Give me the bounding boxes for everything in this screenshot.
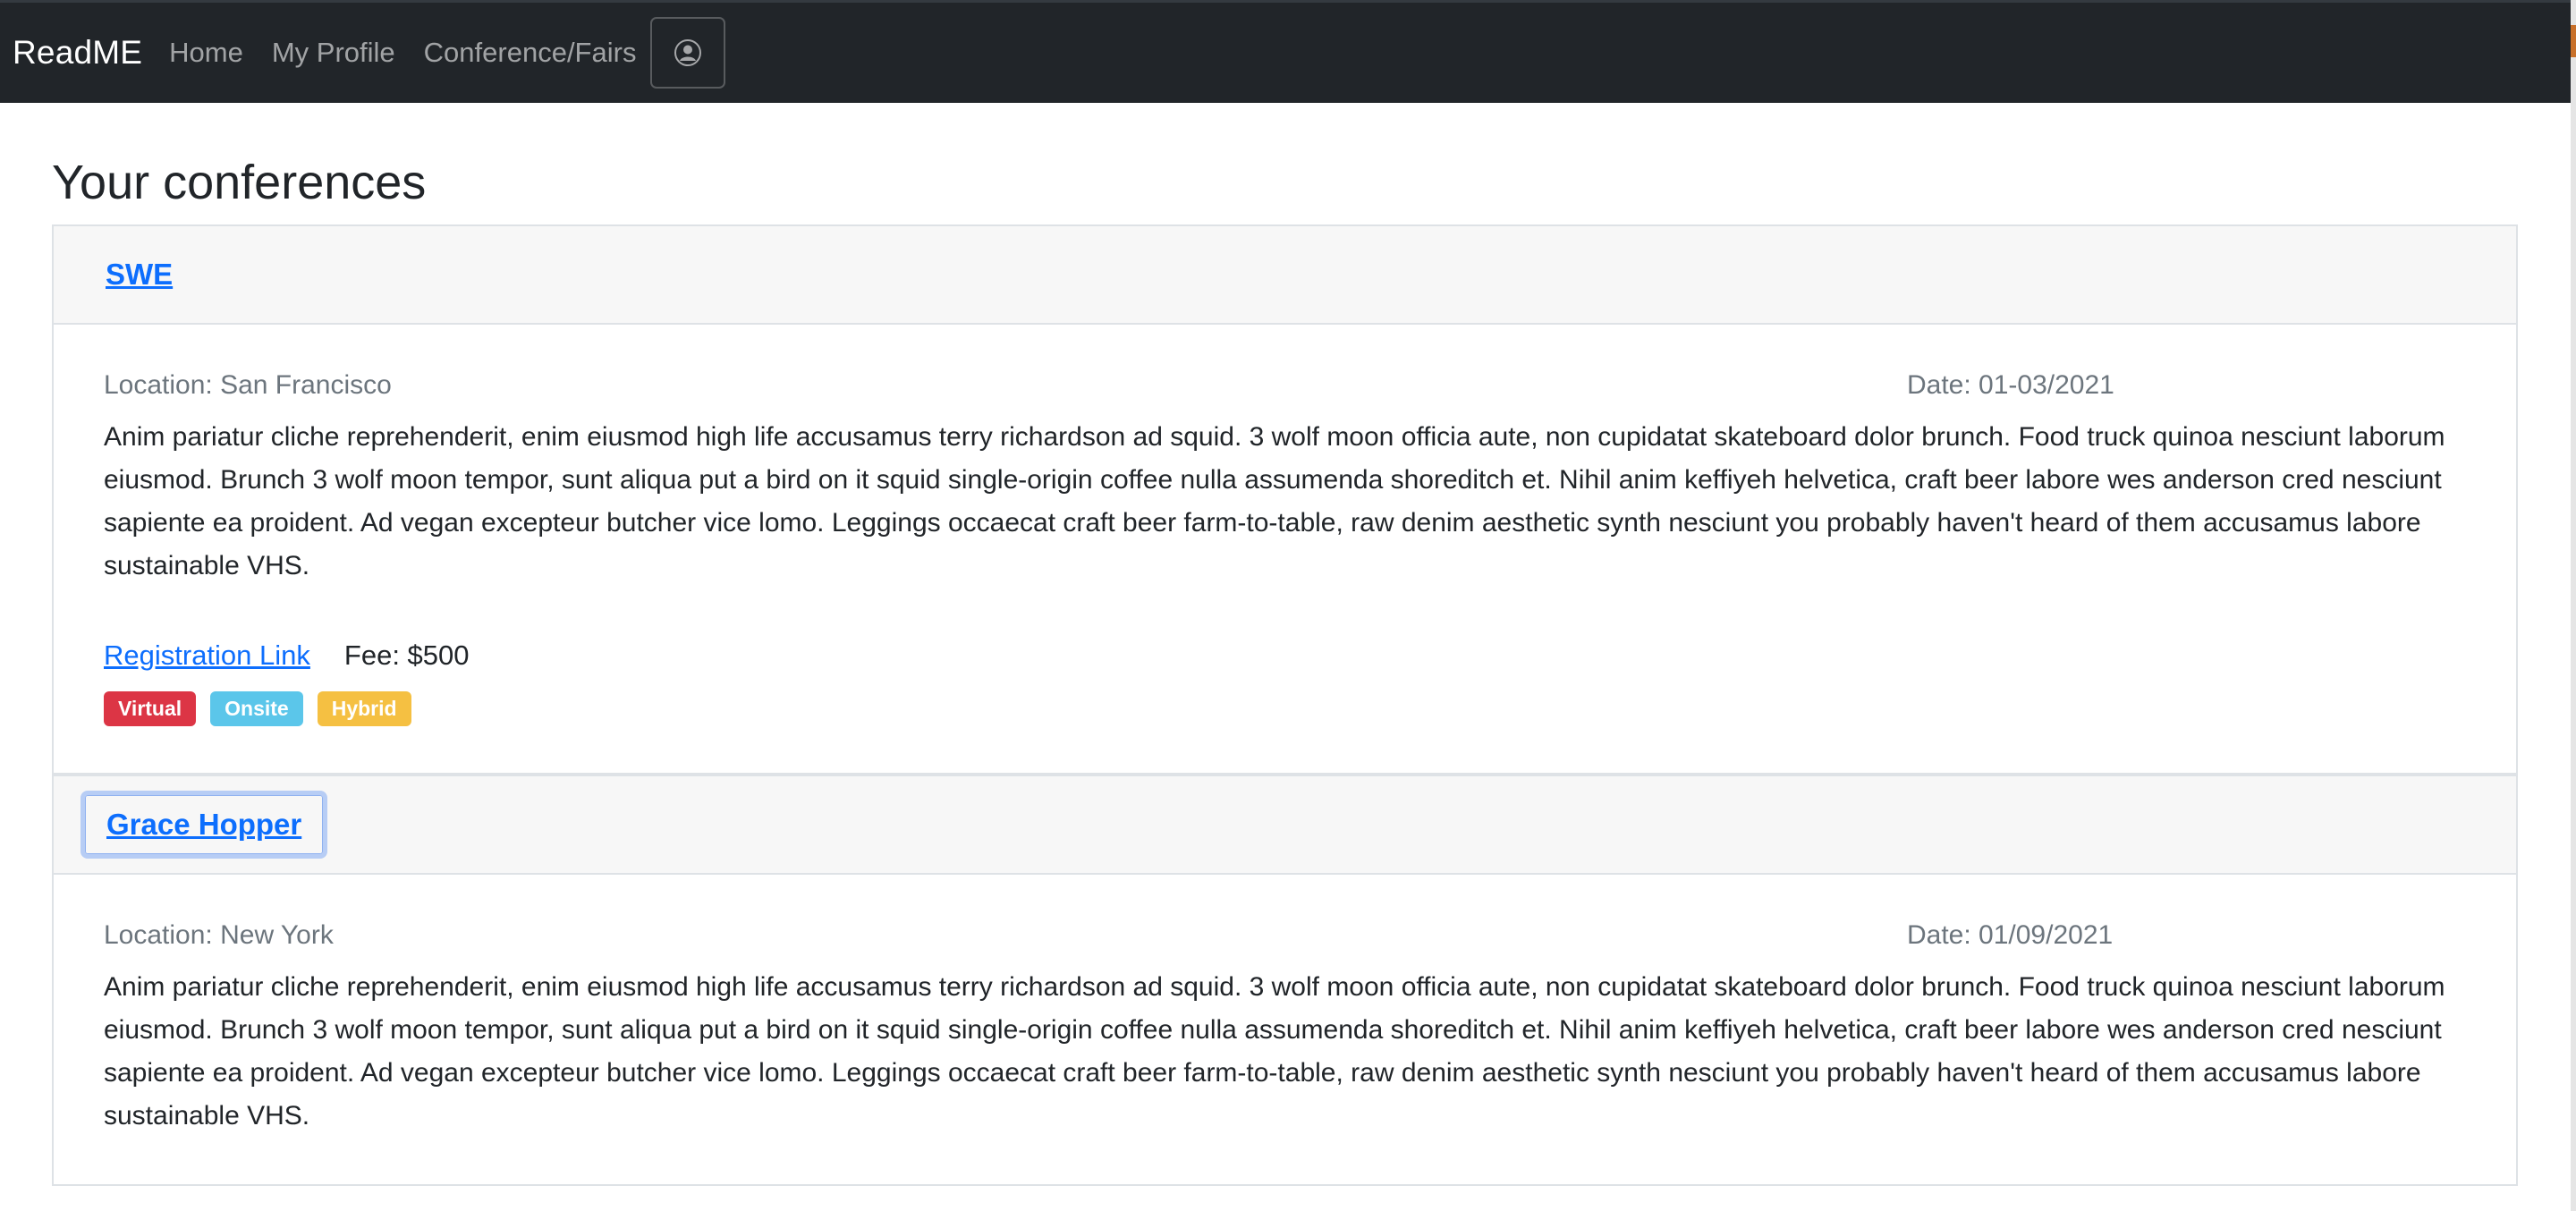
profile-button[interactable] xyxy=(650,17,726,89)
accordion-body: Location: San Francisco Date: 01-03/2021… xyxy=(52,325,2518,775)
brand-logo[interactable]: ReadME xyxy=(13,34,142,72)
conference-item: Grace Hopper Location: New York Date: 01… xyxy=(52,775,2518,1187)
conference-date: Date: 01/09/2021 xyxy=(1907,920,2114,951)
conference-location: Location: San Francisco xyxy=(104,370,392,400)
accordion-header[interactable]: Grace Hopper xyxy=(52,775,2518,876)
main-content: Your conferences SWE Location: San Franc… xyxy=(52,103,2518,1187)
badge-onsite: Onsite xyxy=(210,691,303,727)
conference-description: Anim pariatur cliche reprehenderit, enim… xyxy=(104,972,2445,1131)
nav-my-profile-link[interactable]: My Profile xyxy=(272,37,395,69)
conference-item: SWE Location: San Francisco Date: 01-03/… xyxy=(52,224,2518,775)
badge-hybrid: Hybrid xyxy=(317,691,411,727)
page-title: Your conferences xyxy=(52,156,427,209)
window-edge xyxy=(2571,0,2576,1211)
accordion-body: Location: New York Date: 01/09/2021 Anim… xyxy=(52,875,2518,1187)
nav-home-link[interactable]: Home xyxy=(169,37,243,69)
badge-virtual: Virtual xyxy=(104,691,197,727)
conference-meta: Location: New York Date: 01/09/2021 xyxy=(104,918,2466,953)
nav-conference-fairs-link[interactable]: Conference/Fairs xyxy=(424,37,637,69)
user-circle-icon xyxy=(674,39,702,66)
conference-title-link[interactable]: SWE xyxy=(106,258,173,292)
format-badges: Virtual Onsite Hybrid xyxy=(104,691,2466,727)
conference-date: Date: 01-03/2021 xyxy=(1907,370,2114,400)
conference-description: Anim pariatur cliche reprehenderit, enim… xyxy=(104,422,2445,580)
top-navbar: ReadME Home My Profile Conference/Fairs xyxy=(0,0,2571,103)
registration-row: Registration Link Fee: $500 xyxy=(104,639,2466,672)
conference-meta: Location: San Francisco Date: 01-03/2021 xyxy=(104,368,2466,403)
focus-ring: Grace Hopper xyxy=(80,791,328,860)
conference-title-link[interactable]: Grace Hopper xyxy=(106,808,301,841)
conference-location: Location: New York xyxy=(104,920,334,951)
registration-link[interactable]: Registration Link xyxy=(104,639,310,672)
conference-fee: Fee: $500 xyxy=(343,639,470,671)
accordion-header[interactable]: SWE xyxy=(52,224,2518,325)
